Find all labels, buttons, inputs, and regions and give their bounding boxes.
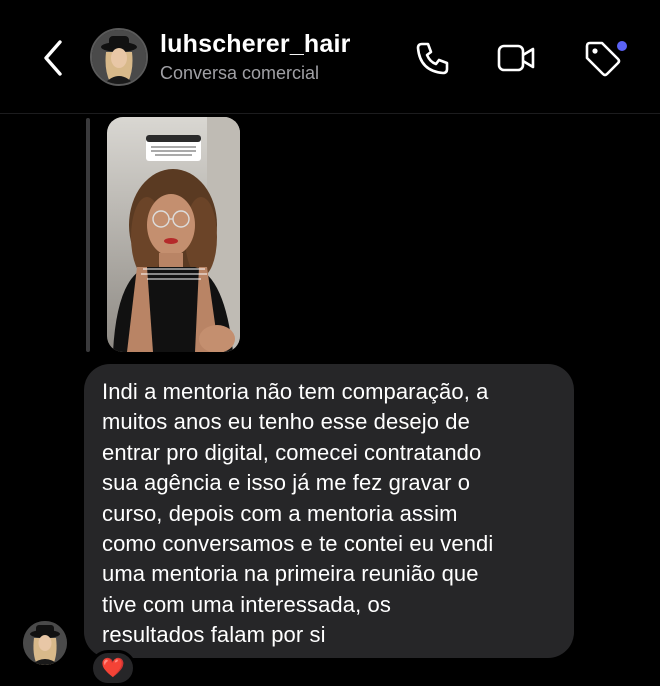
message-bubble[interactable]: Indi a mentoria não tem comparação, a mu… <box>84 364 574 658</box>
profile-avatar[interactable] <box>90 28 148 86</box>
back-arrow-icon[interactable] <box>34 36 74 80</box>
chat-header: luhscherer_hair Conversa comercial <box>0 0 660 114</box>
phone-icon[interactable] <box>412 38 452 78</box>
chat-subtitle: Conversa comercial <box>160 63 320 83</box>
tag-icon[interactable] <box>582 38 622 78</box>
notification-dot <box>617 41 627 51</box>
chat-username[interactable]: luhscherer_hair <box>160 30 351 59</box>
replied-story-thumbnail[interactable] <box>107 117 240 352</box>
video-camera-icon[interactable] <box>496 38 536 78</box>
heart-reaction[interactable]: ❤️ <box>90 650 136 686</box>
message-text: Indi a mentoria não tem comparação, a mu… <box>102 379 494 648</box>
reply-indicator-line <box>86 118 90 352</box>
sender-avatar[interactable] <box>23 621 67 665</box>
heart-icon: ❤️ <box>101 658 125 679</box>
